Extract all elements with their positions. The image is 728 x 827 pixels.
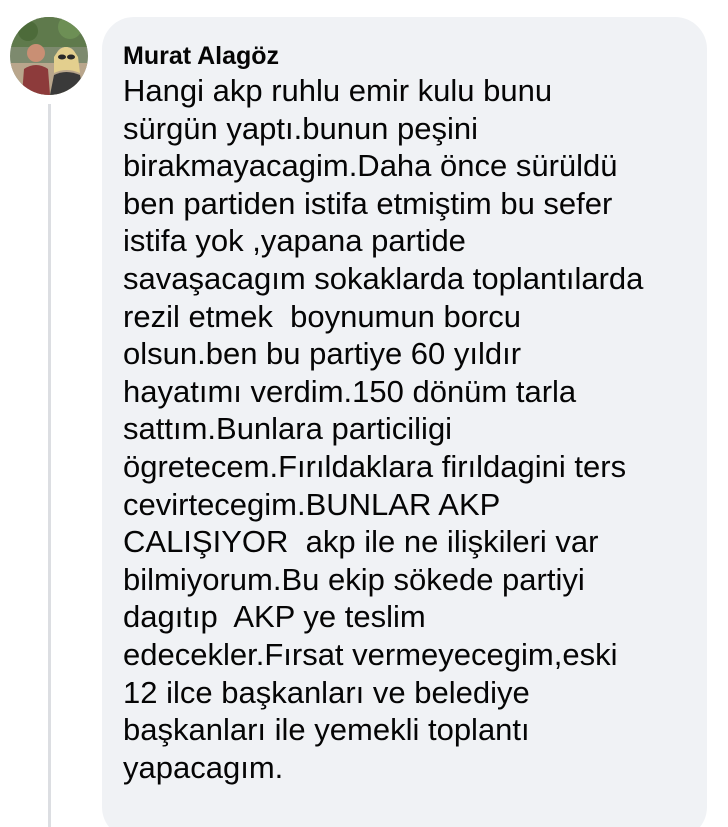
comment-text-line: ögretecem.Fırıldaklara firıldagini ters xyxy=(123,448,627,484)
comment-text-line: olsun.ben bu partiye 60 yıldır xyxy=(123,336,522,372)
comment-text-line: savaşacagım sokaklarda toplantılarda xyxy=(123,260,644,296)
comment-text-line: bilmiyorum.Bu ekip sökede partiyi xyxy=(123,561,585,597)
comment-text-line: rezil etmek boynumun borcu xyxy=(123,298,522,334)
profile-photo-avatar-icon xyxy=(10,17,88,95)
comment-text-line: edecekler.Fırsat vermeyecegim,eski xyxy=(123,636,618,672)
comment-text-line: istifa yok ,yapana partide xyxy=(123,223,466,259)
comment-text: Hangi akp ruhlu emir kulu bunu sürgün ya… xyxy=(123,72,687,786)
comment-text-line: hayatımı verdim.150 dönüm tarla xyxy=(123,373,577,409)
avatar[interactable] xyxy=(10,17,88,95)
comment-text-line: sattım.Bunlara particiligi xyxy=(123,411,453,447)
comment-text-line: başkanları ile yemekli toplantı xyxy=(123,712,530,748)
comment-text-line: Hangi akp ruhlu emir kulu bunu xyxy=(123,73,553,108)
comment-text-line: sürgün yaptı.bunun peşini xyxy=(123,110,479,146)
comment-text-line: ben partiden istifa etmiştim bu sefer xyxy=(123,185,613,221)
comment-text-line: yapacagım. xyxy=(123,749,284,785)
reply-thread-line xyxy=(48,104,51,827)
comment-text-line: cevirtecegim.BUNLAR AKP xyxy=(123,486,501,522)
comment-text-line: dagıtıp AKP ye teslim xyxy=(123,599,426,635)
comment-author[interactable]: Murat Alagöz xyxy=(123,41,687,71)
comment-bubble: Murat Alagöz Hangi akp ruhlu emir kulu b… xyxy=(102,17,707,827)
comment-text-line: 12 ilce başkanları ve belediye xyxy=(123,674,530,710)
comment-text-line: birakmayacagim.Daha önce sürüldü xyxy=(123,148,618,184)
comment: Murat Alagöz Hangi akp ruhlu emir kulu b… xyxy=(0,0,728,827)
comment-text-line: CALIŞIYOR akp ile ne ilişkileri var xyxy=(123,524,599,560)
